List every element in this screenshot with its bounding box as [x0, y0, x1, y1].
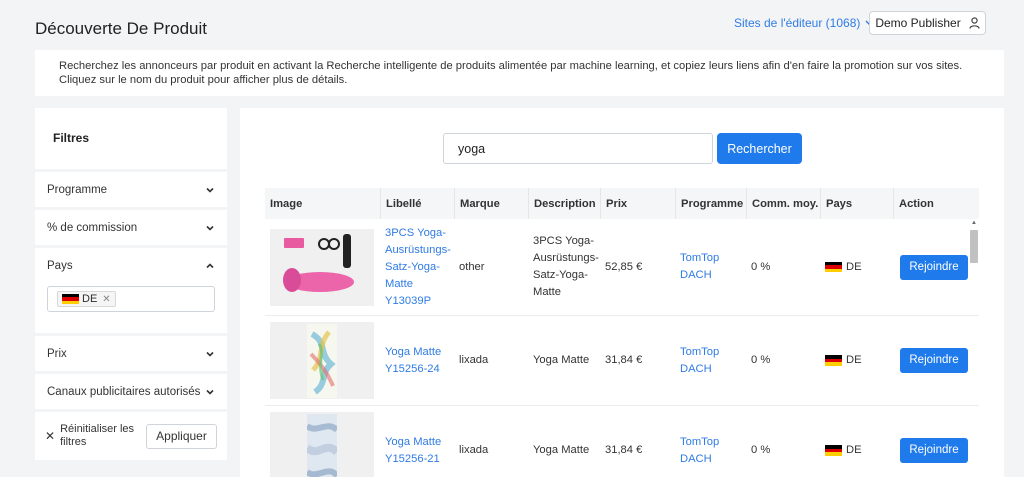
product-thumbnail[interactable] — [270, 322, 374, 399]
product-brand: other — [459, 260, 485, 273]
filters-title: Filtres — [35, 108, 227, 169]
products-table: Image Libellé Marque Description Prix Pr… — [265, 188, 979, 477]
germany-flag-icon — [825, 445, 842, 456]
germany-flag-icon — [62, 293, 79, 305]
product-description: Yoga Matte — [533, 444, 590, 456]
product-thumbnail[interactable] — [270, 228, 374, 306]
filter-canaux[interactable]: Canaux publicitaires autorisés — [35, 374, 227, 409]
yoga-mat-image — [307, 413, 337, 477]
chevron-down-icon — [206, 351, 214, 357]
chevron-down-icon — [206, 389, 214, 395]
account-button[interactable]: Demo Publisher — [869, 11, 986, 35]
product-price: 31,84 € — [605, 354, 643, 366]
product-description: 3PCS Yoga-Ausrüstungs-Satz-Yoga-Matte — [533, 235, 599, 298]
product-commission: 0 % — [751, 354, 771, 366]
filters-panel: Filtres Programme % de commission Pays D… — [35, 108, 227, 460]
account-name: Demo Publisher — [875, 16, 961, 30]
filter-pays[interactable]: Pays — [35, 248, 227, 283]
chevron-up-icon — [206, 262, 214, 268]
table-scrollbar[interactable] — [970, 230, 978, 263]
program-link[interactable]: TomTop DACH — [675, 406, 746, 477]
table-row: Yoga Matte Y15256-21 lixada Yoga Matte 3… — [265, 406, 979, 477]
top-bar: Découverte De Produit Sites de l'éditeur… — [0, 0, 1024, 46]
germany-flag-icon — [825, 355, 842, 366]
filter-programme[interactable]: Programme — [35, 172, 227, 207]
publisher-sites-label: Sites de l'éditeur (1068) — [734, 16, 861, 30]
product-price: 31,84 € — [605, 444, 643, 456]
join-button[interactable]: Rejoindre — [900, 438, 968, 463]
yoga-set-image — [283, 234, 354, 292]
chevron-down-icon — [206, 225, 214, 231]
product-brand: lixada — [459, 354, 489, 366]
country-code: DE — [846, 444, 862, 456]
product-title-link[interactable]: Yoga Matte Y15256-24 — [380, 316, 454, 405]
filter-label: Prix — [47, 347, 67, 360]
program-link[interactable]: TomTop DACH — [675, 219, 746, 315]
product-title-link[interactable]: 3PCS Yoga-Ausrüstungs-Satz-Yoga-Matte Y1… — [380, 219, 454, 315]
results-panel: yoga Rechercher Image Libellé Marque Des… — [240, 108, 1004, 477]
publisher-sites-dropdown[interactable]: Sites de l'éditeur (1068) — [734, 16, 876, 30]
remove-tag-icon[interactable]: ✕ — [102, 294, 110, 305]
page-title: Découverte De Produit — [35, 19, 207, 38]
filter-label: Pays — [47, 259, 73, 272]
country-code: DE — [846, 354, 862, 366]
product-country: DE — [820, 219, 893, 315]
intro-banner: Recherchez les annonceurs par produit en… — [35, 50, 1004, 96]
table-header: Image Libellé Marque Description Prix Pr… — [265, 188, 979, 219]
product-commission: 0 % — [751, 260, 771, 273]
program-link[interactable]: TomTop DACH — [675, 316, 746, 405]
search-input[interactable]: yoga — [443, 133, 713, 164]
product-description: Yoga Matte — [533, 354, 590, 366]
filter-prix[interactable]: Prix — [35, 336, 227, 371]
product-country: DE — [820, 406, 893, 477]
country-tag: DE ✕ — [57, 291, 116, 307]
col-image: Image — [270, 197, 303, 210]
country-code: DE — [846, 260, 862, 273]
filter-label: Programme — [47, 183, 108, 196]
product-price: 52,85 € — [605, 260, 643, 273]
table-row: Yoga Matte Y15256-24 lixada Yoga Matte 3… — [265, 316, 979, 406]
filter-actions: ✕ Réinitialiser les filtres Appliquer — [35, 412, 227, 460]
col-brand: Marque — [454, 188, 528, 219]
user-icon — [969, 17, 980, 29]
join-button[interactable]: Rejoindre — [900, 348, 968, 373]
country-filter-body: DE ✕ — [35, 283, 227, 333]
search-button[interactable]: Rechercher — [717, 133, 802, 164]
product-thumbnail[interactable] — [270, 412, 374, 477]
product-commission: 0 % — [751, 444, 771, 456]
col-description: Description — [528, 188, 600, 219]
product-title-link[interactable]: Yoga Matte Y15256-21 — [380, 406, 454, 477]
filter-commission[interactable]: % de commission — [35, 210, 227, 245]
filter-label: Canaux publicitaires autorisés — [47, 385, 201, 398]
col-commission: Comm. moy. — [746, 188, 820, 219]
country-select[interactable]: DE ✕ — [47, 286, 215, 312]
col-program: Programme — [675, 188, 746, 219]
col-price: Prix — [600, 188, 675, 219]
yoga-mat-image — [307, 323, 337, 398]
scroll-up-icon[interactable]: ▲ — [970, 219, 978, 227]
reset-filters-button[interactable]: ✕ Réinitialiser les filtres — [45, 423, 140, 449]
table-row: 3PCS Yoga-Ausrüstungs-Satz-Yoga-Matte Y1… — [265, 219, 979, 316]
filter-label: % de commission — [47, 221, 138, 234]
close-icon: ✕ — [45, 428, 56, 443]
join-button[interactable]: Rejoindre — [900, 254, 968, 280]
col-country: Pays — [820, 188, 893, 219]
col-title: Libellé — [380, 188, 454, 219]
country-tag-label: DE — [82, 293, 98, 305]
col-action: Action — [893, 188, 969, 219]
chevron-down-icon — [206, 187, 214, 193]
germany-flag-icon — [825, 261, 842, 273]
apply-filters-button[interactable]: Appliquer — [146, 423, 217, 449]
reset-label: Réinitialiser les filtres — [60, 423, 135, 448]
product-brand: lixada — [459, 444, 489, 456]
product-country: DE — [820, 316, 893, 405]
